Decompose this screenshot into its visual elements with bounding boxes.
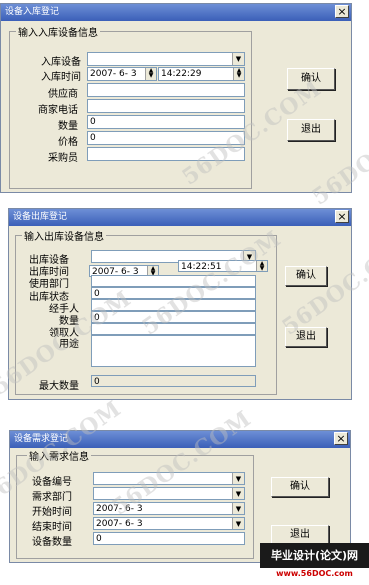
buyer-label: 采购员 — [48, 153, 78, 164]
time-label: 入库时间 — [41, 72, 81, 83]
device-label: 入库设备 — [41, 57, 81, 68]
price-label: 价格 — [58, 137, 78, 148]
time-picker[interactable]: 14:22:29 ▲ ▼ — [158, 67, 245, 81]
window-title: 设备入库登记 — [5, 7, 60, 17]
window-title: 设备出库登记 — [13, 212, 68, 222]
supplier-input[interactable] — [87, 83, 245, 97]
start-label: 开始时间 — [32, 507, 72, 518]
exit-button[interactable]: 退出 — [271, 525, 329, 545]
stock-in-titlebar: 设备入库登记 × — [1, 4, 351, 21]
phone-label: 商家电话 — [38, 105, 78, 116]
end-date-picker[interactable]: 2007- 6- 3 ▼ — [93, 517, 245, 530]
confirm-button[interactable]: 确认 — [285, 266, 327, 286]
device-select[interactable]: ▼ — [87, 52, 245, 66]
site-badge-title: 毕业设计(论文)网 — [260, 543, 369, 568]
max-qty-display: 0 — [91, 375, 256, 387]
spinner-icon[interactable]: ▲ ▼ — [145, 68, 156, 80]
close-button[interactable]: × — [334, 432, 348, 445]
purpose-textarea[interactable] — [91, 335, 256, 367]
stock-out-titlebar: 设备出库登记 × — [9, 209, 351, 226]
exit-button[interactable]: 退出 — [287, 119, 335, 141]
phone-input[interactable] — [87, 99, 245, 113]
qty-input[interactable]: 0 — [93, 532, 245, 545]
confirm-button[interactable]: 确认 — [271, 477, 329, 497]
chevron-down-icon[interactable]: ▼ — [232, 473, 244, 484]
site-badge-url: www.56DOC.com — [276, 569, 353, 578]
end-label: 结束时间 — [32, 522, 72, 533]
qty-label: 数量 — [58, 121, 78, 132]
group-title: 输入出库设备信息 — [22, 228, 106, 243]
qty-input[interactable]: 0 — [87, 115, 245, 129]
close-button[interactable]: × — [335, 5, 349, 18]
group-title: 输入入库设备信息 — [16, 24, 100, 39]
supplier-label: 供应商 — [48, 89, 78, 100]
dept-label: 需求部门 — [32, 492, 72, 503]
chevron-down-icon[interactable]: ▼ — [232, 518, 244, 529]
close-button[interactable]: × — [335, 210, 349, 223]
max-qty-label: 最大数量 — [39, 381, 79, 392]
chevron-down-icon[interactable]: ▼ — [232, 503, 244, 514]
chevron-down-icon[interactable]: ▼ — [232, 488, 244, 499]
date-picker[interactable]: 2007- 6- 3 ▲ ▼ — [87, 67, 157, 81]
site-badge: 毕业设计(论文)网 www.56DOC.com — [260, 543, 369, 585]
chevron-down-icon[interactable]: ▼ — [232, 53, 244, 65]
spinner-icon[interactable]: ▲ ▼ — [233, 68, 244, 80]
qty-label: 设备数量 — [32, 537, 72, 548]
